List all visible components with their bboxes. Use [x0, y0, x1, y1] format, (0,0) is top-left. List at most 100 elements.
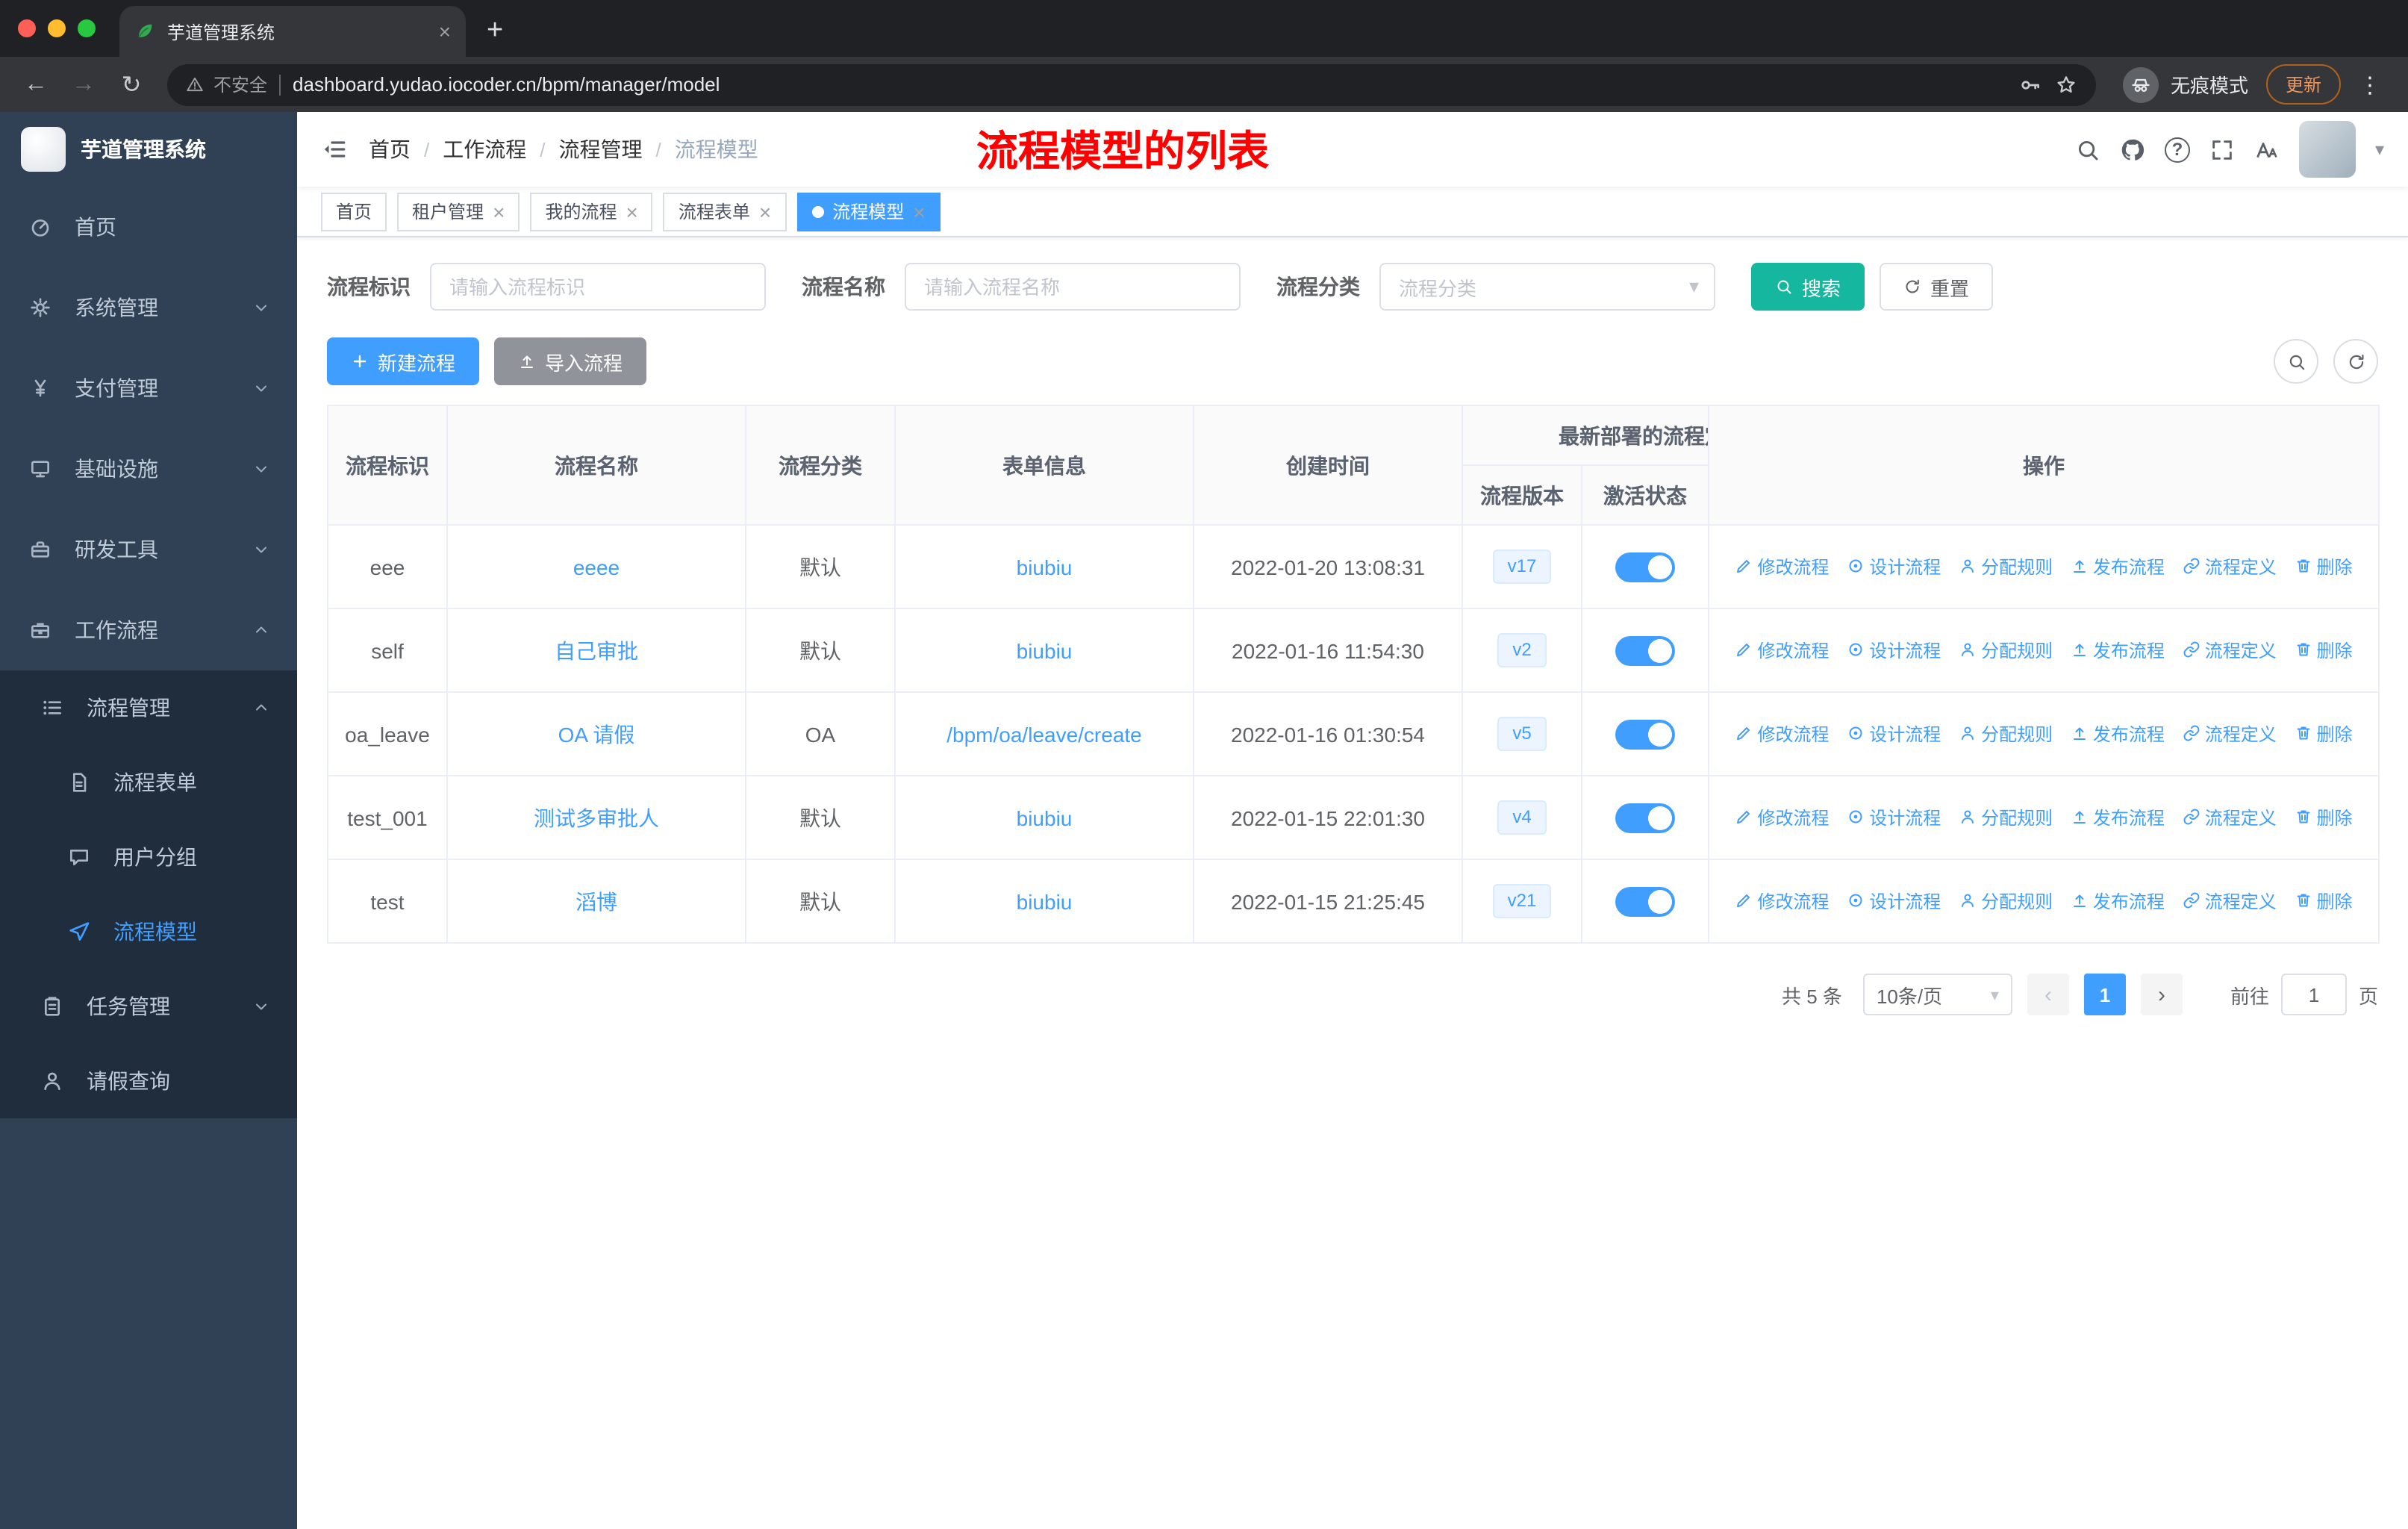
process-definition-link[interactable]: 流程定义: [2183, 721, 2277, 747]
process-definition-link[interactable]: 流程定义: [2183, 805, 2277, 830]
process-name-input[interactable]: [905, 263, 1241, 311]
form-info-link[interactable]: biubiu: [894, 608, 1194, 693]
delete-link[interactable]: 删除: [2295, 805, 2353, 830]
avatar-caret-icon[interactable]: [2375, 139, 2384, 160]
form-info-link[interactable]: biubiu: [894, 775, 1194, 860]
sidebar-item-process-model[interactable]: 流程模型: [0, 894, 297, 969]
tag-my-process[interactable]: 我的流程: [530, 192, 653, 231]
process-definition-link[interactable]: 流程定义: [2183, 638, 2277, 663]
tag-close-icon[interactable]: [759, 201, 771, 222]
page-size-select[interactable]: 10条/页: [1862, 974, 2012, 1015]
sidebar-item-home[interactable]: 首页: [0, 187, 297, 267]
publish-process-link[interactable]: 发布流程: [2071, 638, 2165, 663]
new-tab-button[interactable]: [466, 6, 524, 57]
sidebar-item-leave-query[interactable]: 请假查询: [0, 1044, 297, 1118]
form-info-link[interactable]: biubiu: [894, 524, 1194, 609]
model-name-link[interactable]: OA 请假: [446, 691, 746, 776]
security-chip[interactable]: 不安全: [185, 72, 267, 97]
process-category-select[interactable]: 流程分类: [1379, 263, 1715, 311]
reload-button[interactable]: [110, 63, 152, 105]
sidebar-group-devtools[interactable]: 研发工具: [0, 509, 297, 590]
sidebar-group-process-manage[interactable]: 流程管理: [0, 670, 297, 745]
forward-button[interactable]: [63, 63, 105, 105]
model-name-link[interactable]: 自己审批: [446, 608, 746, 693]
user-avatar[interactable]: [2298, 121, 2356, 178]
search-button[interactable]: 搜索: [1751, 263, 1865, 311]
form-info-link[interactable]: /bpm/oa/leave/create: [894, 691, 1194, 776]
delete-link[interactable]: 删除: [2295, 888, 2353, 914]
design-process-link[interactable]: 设计流程: [1847, 888, 1941, 914]
window-zoom-button[interactable]: [78, 19, 96, 37]
publish-process-link[interactable]: 发布流程: [2071, 888, 2165, 914]
model-name-link[interactable]: 测试多审批人: [446, 775, 746, 860]
assign-rule-link[interactable]: 分配规则: [1959, 638, 2053, 663]
address-bar[interactable]: 不安全 dashboard.yudao.iocoder.cn/bpm/manag…: [167, 63, 2096, 105]
modify-process-link[interactable]: 修改流程: [1735, 888, 1829, 914]
assign-rule-link[interactable]: 分配规则: [1959, 721, 2053, 747]
tab-close-icon[interactable]: [439, 21, 451, 42]
delete-link[interactable]: 删除: [2295, 638, 2353, 663]
sidebar-group-system[interactable]: 系统管理: [0, 267, 297, 348]
search-icon[interactable]: [2075, 137, 2100, 162]
active-toggle[interactable]: [1615, 719, 1675, 749]
current-page-button[interactable]: 1: [2083, 974, 2126, 1015]
breadcrumb-process-manage[interactable]: 流程管理: [559, 134, 643, 164]
sidebar-group-payment[interactable]: 支付管理: [0, 348, 297, 429]
sidebar-item-user-group[interactable]: 用户分组: [0, 820, 297, 894]
toggle-search-button[interactable]: [2274, 339, 2318, 384]
tag-close-icon[interactable]: [493, 201, 505, 222]
reset-button[interactable]: 重置: [1880, 263, 1994, 311]
modify-process-link[interactable]: 修改流程: [1735, 805, 1829, 830]
design-process-link[interactable]: 设计流程: [1847, 721, 1941, 747]
tag-close-icon[interactable]: [913, 201, 925, 222]
tag-close-icon[interactable]: [626, 201, 637, 222]
publish-process-link[interactable]: 发布流程: [2071, 554, 2165, 579]
tag-home[interactable]: 首页: [321, 192, 387, 231]
tag-process-form[interactable]: 流程表单: [663, 192, 787, 231]
delete-link[interactable]: 删除: [2295, 721, 2353, 747]
sidebar-item-process-form[interactable]: 流程表单: [0, 745, 297, 820]
modify-process-link[interactable]: 修改流程: [1735, 721, 1829, 747]
github-icon[interactable]: [2120, 137, 2145, 162]
publish-process-link[interactable]: 发布流程: [2071, 805, 2165, 830]
sidebar-group-infra[interactable]: 基础设施: [0, 429, 297, 509]
sidebar-group-task-manage[interactable]: 任务管理: [0, 969, 297, 1044]
create-process-button[interactable]: 新建流程: [327, 337, 480, 385]
refresh-table-button[interactable]: [2333, 339, 2378, 384]
process-definition-link[interactable]: 流程定义: [2183, 554, 2277, 579]
assign-rule-link[interactable]: 分配规则: [1959, 888, 2053, 914]
active-toggle[interactable]: [1615, 803, 1675, 832]
goto-page-input[interactable]: [2280, 974, 2347, 1015]
sidebar-group-workflow[interactable]: 工作流程: [0, 590, 297, 670]
form-info-link[interactable]: biubiu: [894, 859, 1194, 944]
model-name-link[interactable]: eeee: [446, 524, 746, 609]
model-name-link[interactable]: 滔博: [446, 859, 746, 944]
active-toggle[interactable]: [1615, 886, 1675, 916]
active-toggle[interactable]: [1615, 635, 1675, 665]
breadcrumb-home[interactable]: 首页: [369, 134, 411, 164]
prev-page-button[interactable]: [2027, 974, 2069, 1015]
sidebar-toggle[interactable]: [321, 136, 348, 163]
import-process-button[interactable]: 导入流程: [494, 337, 647, 385]
publish-process-link[interactable]: 发布流程: [2071, 721, 2165, 747]
modify-process-link[interactable]: 修改流程: [1735, 554, 1829, 579]
bookmark-star-icon[interactable]: [2054, 72, 2078, 96]
design-process-link[interactable]: 设计流程: [1847, 554, 1941, 579]
password-key-icon[interactable]: [2018, 72, 2042, 96]
browser-update-button[interactable]: 更新: [2265, 64, 2341, 105]
tag-process-model[interactable]: 流程模型: [796, 192, 941, 231]
breadcrumb-workflow[interactable]: 工作流程: [443, 134, 526, 164]
process-id-input[interactable]: [430, 263, 766, 311]
design-process-link[interactable]: 设计流程: [1847, 638, 1941, 663]
help-icon[interactable]: [2164, 137, 2190, 162]
next-page-button[interactable]: [2140, 974, 2183, 1015]
back-button[interactable]: [15, 63, 57, 105]
process-definition-link[interactable]: 流程定义: [2183, 888, 2277, 914]
modify-process-link[interactable]: 修改流程: [1735, 638, 1829, 663]
delete-link[interactable]: 删除: [2295, 554, 2353, 579]
window-minimize-button[interactable]: [48, 19, 66, 37]
design-process-link[interactable]: 设计流程: [1847, 805, 1941, 830]
tag-tenant-manage[interactable]: 租户管理: [397, 192, 520, 231]
assign-rule-link[interactable]: 分配规则: [1959, 554, 2053, 579]
assign-rule-link[interactable]: 分配规则: [1959, 805, 2053, 830]
